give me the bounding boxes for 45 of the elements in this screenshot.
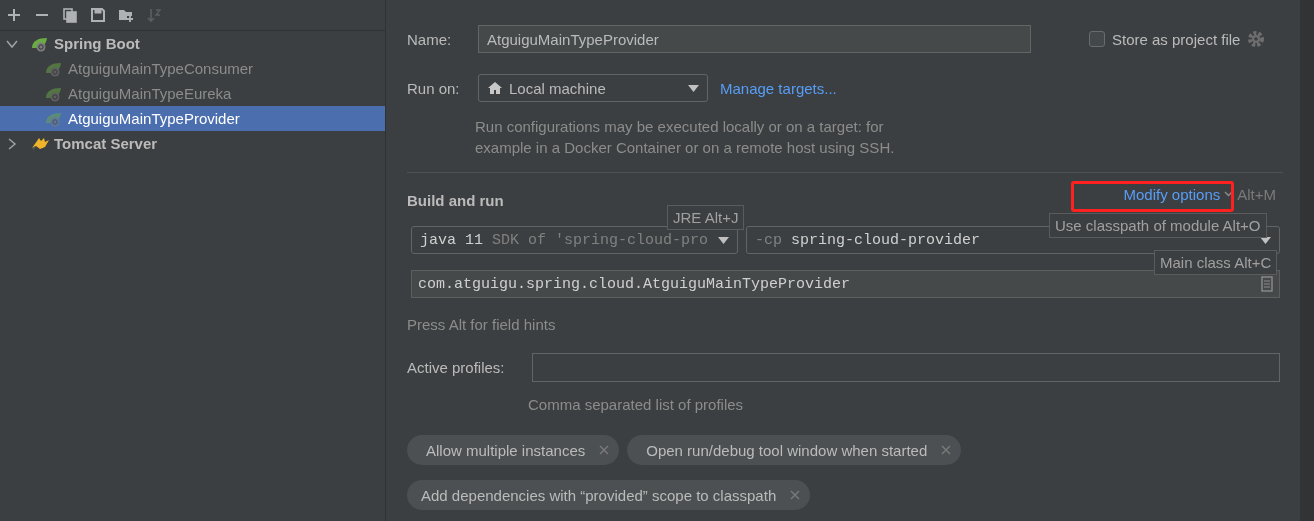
chevron-right-icon[interactable] (6, 137, 18, 150)
checkbox-label: Store as project file (1112, 30, 1241, 48)
caret-icon (718, 236, 729, 244)
profiles-hint: Comma separated list of profiles (528, 396, 745, 413)
run-on-dropdown[interactable]: Local machine (478, 74, 708, 102)
main-class-field[interactable]: com.atguigu.spring.cloud.AtguiguMainTypeProvider (411, 270, 1280, 298)
document-icon[interactable] (1261, 276, 1273, 292)
run-on-description: Run configurations may be executed locally or on a target: for example in a Docker Container or on a remote host using SSH. (475, 117, 896, 158)
tree-item[interactable]: AtguiguMainTypeEureka (0, 81, 385, 106)
chevron-down-icon (1224, 191, 1234, 197)
active-profiles-label: Active profiles: (407, 359, 506, 376)
spring-leaf-icon (44, 110, 64, 127)
home-icon (487, 81, 503, 95)
hint-tooltip: JRE Alt+J (667, 205, 745, 230)
field-hint: Press Alt for field hints (407, 316, 557, 333)
shortcut-label: Alt+M (1237, 185, 1276, 203)
option-chip[interactable]: Add dependencies with “provided” scope to classpath (407, 480, 811, 510)
spring-leaf-icon (30, 35, 50, 52)
tree-item[interactable]: Tomcat Server (0, 131, 385, 156)
section-title: Build and run (407, 191, 504, 209)
tree-item[interactable]: Spring Boot (0, 31, 385, 56)
option-chip[interactable]: Allow multiple instances (407, 435, 620, 465)
modify-options-link[interactable]: Modify options (1123, 185, 1234, 203)
name-label: Name: (407, 30, 453, 48)
spring-leaf-icon (44, 85, 64, 102)
add-icon[interactable] (6, 7, 22, 23)
hint-tooltip: Main class Alt+C (1154, 250, 1278, 275)
manage-targets-link[interactable]: Manage targets... (720, 79, 837, 97)
tree-item[interactable]: AtguiguMainTypeProvider (0, 106, 385, 131)
caret-icon (688, 84, 699, 92)
option-chip[interactable]: Open run/debug tool window when started (627, 435, 962, 465)
run-on-label: Run on: (407, 79, 461, 97)
tree-item[interactable]: AtguiguMainTypeConsumer (0, 56, 385, 81)
close-icon[interactable] (599, 445, 610, 455)
folder-icon[interactable] (118, 7, 134, 23)
save-icon[interactable] (90, 7, 106, 23)
hint-tooltip: Use classpath of module Alt+O (1049, 213, 1267, 238)
active-profiles-field[interactable] (532, 353, 1280, 382)
spring-leaf-icon (44, 60, 64, 77)
checkbox[interactable] (1089, 31, 1105, 47)
close-icon[interactable] (790, 490, 801, 500)
name-field[interactable]: AtguiguMainTypeProvider (478, 25, 1031, 53)
settings-icon[interactable] (1247, 30, 1266, 48)
close-icon[interactable] (941, 445, 952, 455)
copy-icon[interactable] (62, 7, 78, 23)
